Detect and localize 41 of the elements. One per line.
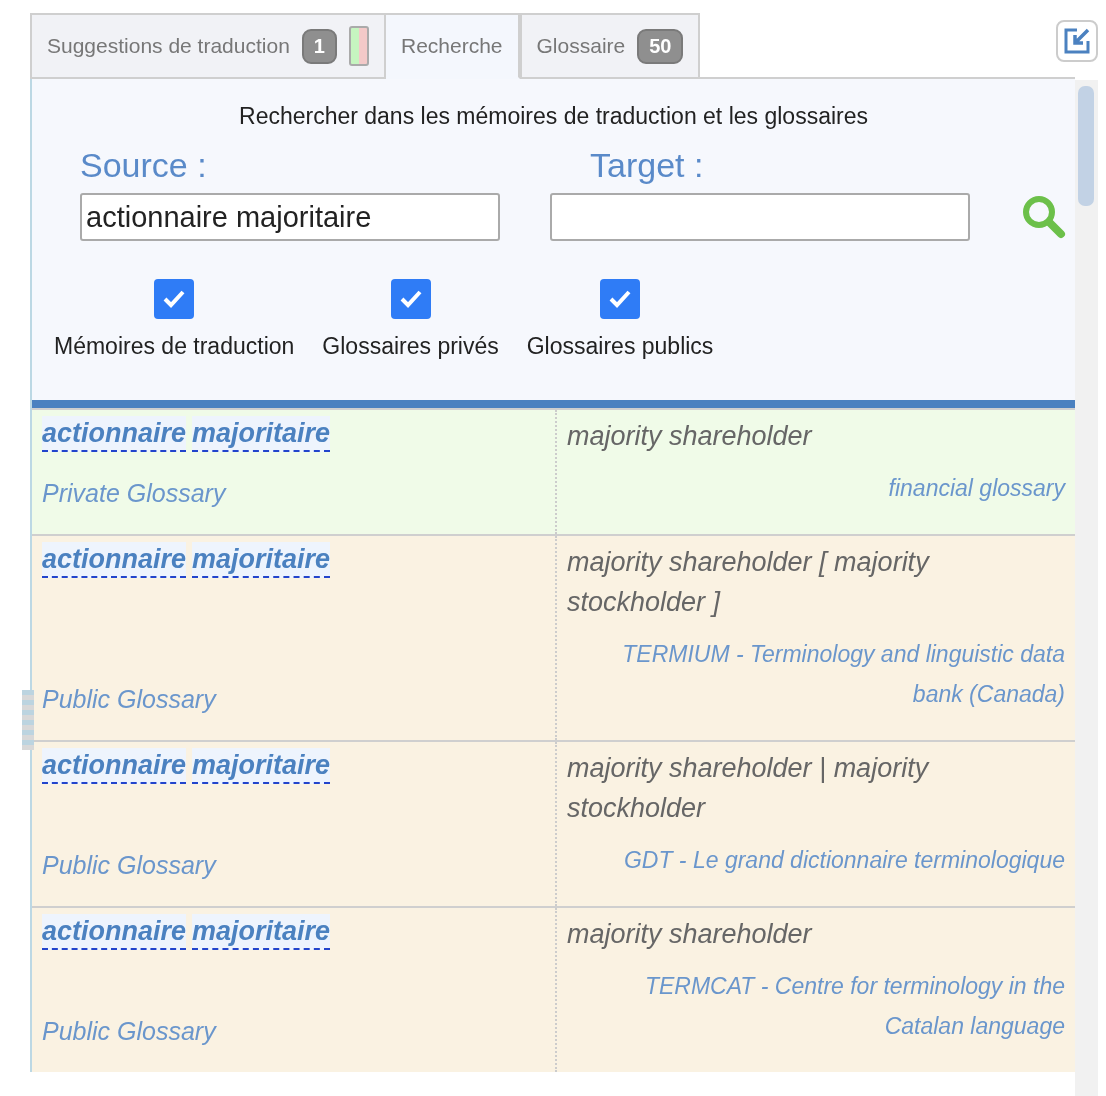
translation-text: majority shareholder | majority stockholder bbox=[567, 752, 931, 825]
dock-button[interactable] bbox=[1056, 20, 1098, 62]
search-icon[interactable] bbox=[1020, 193, 1066, 239]
count-badge: 50 bbox=[637, 28, 684, 64]
option-label: Glossaires privés bbox=[322, 333, 499, 360]
checkbox[interactable] bbox=[600, 279, 641, 319]
glossary-type: Public Glossary bbox=[42, 685, 218, 714]
checkbox[interactable] bbox=[154, 279, 195, 319]
term-link[interactable]: majoritaire bbox=[192, 416, 331, 452]
glossary-type: Private Glossary bbox=[42, 479, 228, 508]
option-label: Glossaires publics bbox=[526, 333, 714, 360]
dock-icon bbox=[1063, 27, 1091, 55]
glossary-name: TERMIUM - Terminology and linguistic data bank (Canada) bbox=[621, 640, 1065, 709]
term-link[interactable]: majoritaire bbox=[192, 914, 331, 950]
glossary-name: financial glossary bbox=[887, 474, 1065, 503]
term-link[interactable]: actionnaire bbox=[42, 914, 187, 950]
search-title: Rechercher dans les mémoires de traduction et les glossaires bbox=[238, 103, 869, 130]
term-link[interactable]: actionnaire bbox=[42, 748, 187, 784]
target-label: Target : bbox=[590, 146, 705, 185]
translation-text: majority shareholder bbox=[567, 420, 814, 453]
term-link[interactable]: actionnaire bbox=[42, 416, 187, 452]
tab[interactable]: Glossaire 50 bbox=[519, 13, 701, 77]
tab[interactable]: Recherche bbox=[385, 13, 520, 79]
count-badge: 1 bbox=[301, 28, 337, 64]
option-label: Mémoires de traduction bbox=[54, 333, 295, 360]
scrollbar[interactable] bbox=[1075, 80, 1098, 1096]
translation-text: majority shareholder [ majority stockholder ] bbox=[567, 546, 931, 619]
glossary-name: GDT - Le grand dictionnaire terminologique bbox=[622, 846, 1065, 875]
tab[interactable]: Suggestions de traduction 1 bbox=[30, 13, 386, 77]
source-label: Source : bbox=[80, 146, 208, 185]
glossary-type: Public Glossary bbox=[42, 851, 218, 880]
term-link[interactable]: actionnaire bbox=[42, 542, 187, 578]
translation-text: majority shareholder bbox=[567, 918, 814, 951]
term-link[interactable]: majoritaire bbox=[192, 542, 331, 578]
resize-handle[interactable] bbox=[22, 690, 34, 750]
source-field[interactable]: actionnaire majoritaire bbox=[80, 193, 500, 241]
target-field[interactable] bbox=[550, 193, 970, 241]
term-link[interactable]: majoritaire bbox=[192, 748, 331, 784]
checkbox[interactable] bbox=[390, 279, 431, 319]
glossary-name: TERMCAT - Centre for terminology in the Catalan language bbox=[643, 972, 1065, 1041]
glossary-type: Public Glossary bbox=[42, 1017, 218, 1046]
